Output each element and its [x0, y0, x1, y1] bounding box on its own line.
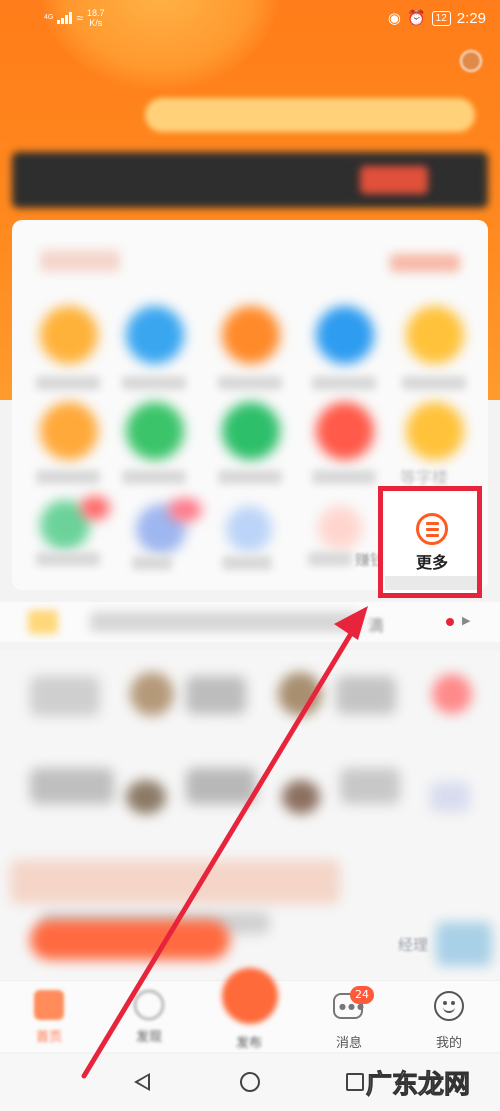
search-input[interactable]	[145, 98, 475, 132]
category-icon[interactable]	[80, 496, 110, 520]
category-label	[122, 376, 186, 390]
card-link[interactable]	[390, 254, 460, 272]
tab-label: 发现	[135, 1030, 162, 1045]
feed-thumbnail[interactable]	[430, 782, 470, 812]
feed-item[interactable]	[336, 676, 396, 714]
network-type: 4G	[44, 14, 54, 21]
card-heading	[40, 250, 120, 272]
tab-label: 我的	[435, 1036, 462, 1051]
city-selector[interactable]	[16, 104, 86, 128]
feed-item[interactable]	[186, 768, 256, 804]
wifi-icon: ≈	[76, 11, 83, 25]
category-icon[interactable]	[40, 402, 98, 460]
category-label	[312, 376, 376, 390]
category-label	[132, 556, 172, 570]
category-label: 等字楼	[400, 468, 449, 487]
category-icon[interactable]	[168, 498, 202, 522]
more-button-label[interactable]: 更多	[416, 549, 448, 573]
manager-label: 经理	[398, 936, 429, 954]
home-circle-icon[interactable]	[240, 1072, 260, 1092]
category-label	[36, 470, 100, 484]
ticker-word: 滴	[368, 616, 385, 635]
feed-thumbnail[interactable]	[278, 672, 322, 716]
feed-item[interactable]	[30, 676, 100, 716]
feed-item[interactable]	[340, 768, 400, 804]
chevron-right-icon[interactable]: ▶	[462, 614, 470, 627]
more-button-shadow	[385, 576, 477, 590]
feed-item[interactable]	[186, 676, 246, 714]
category-icon[interactable]	[406, 306, 464, 364]
alarm-icon: ⏰	[406, 10, 426, 27]
feed-thumbnail[interactable]	[432, 674, 472, 714]
tab-label: 发布	[235, 1036, 262, 1051]
category-icon[interactable]	[40, 306, 98, 364]
compass-icon	[134, 990, 164, 1020]
category-label	[218, 376, 282, 390]
ticker-icon	[28, 610, 58, 634]
tab-post[interactable]: 发布	[214, 1032, 284, 1051]
messages-badge: 24	[350, 986, 374, 1004]
clock: 2:29	[456, 9, 486, 27]
category-label	[312, 470, 376, 484]
category-label	[222, 556, 272, 570]
network-speed: 18.7 K/s	[86, 8, 105, 28]
tab-me[interactable]: 我的	[414, 1032, 484, 1051]
category-label	[218, 470, 282, 484]
promo-banner-button[interactable]	[360, 166, 428, 194]
menu-icon[interactable]	[416, 513, 448, 545]
tab-label: 首页	[35, 1030, 62, 1045]
category-icon[interactable]	[222, 402, 280, 460]
feed-thumbnail[interactable]	[130, 672, 174, 716]
unread-dot	[446, 618, 454, 626]
ticker-text[interactable]	[90, 612, 360, 632]
smiley-icon[interactable]	[434, 991, 464, 1021]
back-icon-inner	[138, 1076, 148, 1088]
tab-label: 消息	[335, 1036, 362, 1051]
watermark: 广东龙网	[365, 1070, 471, 1101]
feed-thumbnail[interactable]	[126, 780, 166, 814]
feed-item[interactable]	[30, 768, 114, 804]
category-icon[interactable]	[126, 306, 184, 364]
recent-apps-icon[interactable]	[346, 1073, 364, 1091]
category-icon[interactable]	[318, 506, 362, 550]
category-icon[interactable]	[126, 402, 184, 460]
tab-discover[interactable]: 发现	[114, 990, 184, 1045]
tab-messages[interactable]: 消息	[314, 1032, 384, 1051]
category-label	[36, 376, 100, 390]
category-icon[interactable]	[222, 306, 280, 364]
category-label	[402, 376, 466, 390]
feed-thumbnail[interactable]	[436, 922, 492, 966]
promo-button[interactable]	[30, 920, 230, 960]
status-bar: 4G ≈ 18.7 K/s ◉ ⏰ 12 2:29	[0, 0, 500, 36]
category-icon[interactable]	[226, 506, 272, 552]
category-icon[interactable]	[316, 402, 374, 460]
feed-thumbnail[interactable]	[282, 780, 320, 814]
feed-item[interactable]	[10, 860, 340, 904]
signal-icon	[57, 12, 73, 24]
tab-home[interactable]: 首页	[14, 990, 84, 1045]
avatar[interactable]	[460, 50, 482, 72]
category-label	[122, 470, 186, 484]
category-icon[interactable]	[406, 402, 464, 460]
category-icon[interactable]	[316, 306, 374, 364]
battery-indicator: 12	[431, 10, 451, 26]
post-button[interactable]	[222, 968, 278, 1024]
category-label	[36, 552, 100, 566]
home-icon	[34, 990, 64, 1020]
category-label	[308, 552, 352, 566]
eye-icon: ◉	[387, 10, 401, 27]
